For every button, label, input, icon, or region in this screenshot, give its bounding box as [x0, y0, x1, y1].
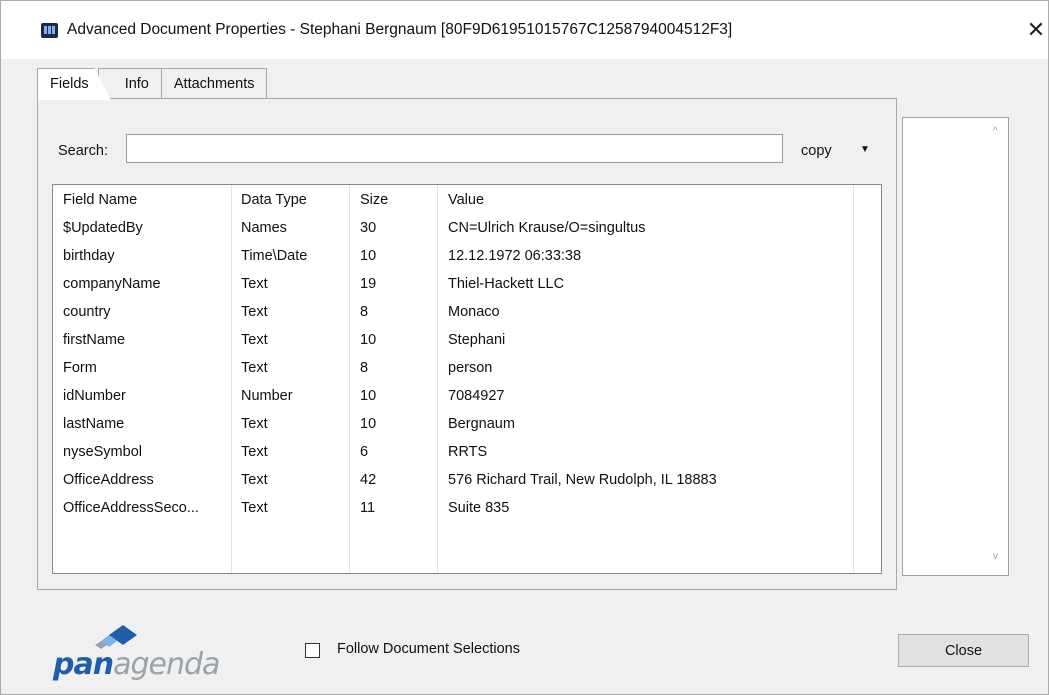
advanced-document-properties-dialog: Advanced Document Properties - Stephani …: [0, 0, 1049, 695]
cell-value: person: [448, 360, 493, 376]
cell-field-name: nyseSymbol: [63, 444, 142, 460]
cell-size: 10: [360, 332, 377, 348]
follow-selections-checkbox[interactable]: [305, 643, 320, 658]
panagenda-logo: panagenda: [51, 623, 241, 682]
cell-field-name: OfficeAddress: [63, 472, 154, 488]
logo-text-light: agenda: [113, 647, 220, 682]
table-row[interactable]: OfficeAddressSeco... Text 11 Suite 835: [53, 494, 853, 522]
cell-data-type: Text: [241, 416, 268, 432]
table-row[interactable]: birthday Time\Date 10 12.12.1972 06:33:3…: [53, 242, 853, 270]
cell-value: 576 Richard Trail, New Rudolph, IL 18883: [448, 472, 717, 488]
table-row[interactable]: Form Text 8 person: [53, 354, 853, 382]
window-title: Advanced Document Properties - Stephani …: [67, 21, 733, 38]
app-icon: [41, 23, 58, 38]
cell-size: 19: [360, 276, 377, 292]
cell-data-type: Time\Date: [241, 248, 308, 264]
cell-field-name: Form: [63, 360, 97, 376]
cell-data-type: Text: [241, 472, 268, 488]
cell-value: Stephani: [448, 332, 506, 348]
column-divider: [853, 185, 854, 573]
cell-data-type: Names: [241, 220, 287, 236]
header-value[interactable]: Value: [448, 186, 484, 214]
cell-data-type: Text: [241, 276, 268, 292]
header-data-type[interactable]: Data Type: [241, 186, 307, 214]
cell-size: 6: [360, 444, 369, 460]
cell-field-name: birthday: [63, 248, 115, 264]
table-row[interactable]: country Text 8 Monaco: [53, 298, 853, 326]
tab-strip: Fields Info Attachments: [37, 68, 268, 100]
cell-size: 10: [360, 388, 377, 404]
cell-field-name: lastName: [63, 416, 125, 432]
table-row[interactable]: firstName Text 10 Stephani: [53, 326, 853, 354]
side-list-box[interactable]: ^ v: [902, 117, 1009, 576]
cell-value: CN=Ulrich Krause/O=singultus: [448, 220, 646, 236]
cell-field-name: firstName: [63, 332, 126, 348]
follow-selections-label[interactable]: Follow Document Selections: [337, 641, 520, 657]
cell-data-type: Text: [241, 332, 268, 348]
header-field-name[interactable]: Field Name: [63, 186, 137, 214]
cell-field-name: idNumber: [63, 388, 126, 404]
scroll-up-icon[interactable]: ^: [993, 126, 998, 137]
fields-panel: Search: copy ▼ Field Name Data Type Size…: [37, 98, 897, 590]
table-row[interactable]: $UpdatedBy Names 30 CN=Ulrich Krause/O=s…: [53, 214, 853, 242]
cell-data-type: Text: [241, 444, 268, 460]
cell-value: Monaco: [448, 304, 500, 320]
search-input[interactable]: [126, 134, 783, 163]
table-row[interactable]: OfficeAddress Text 42 576 Richard Trail,…: [53, 466, 853, 494]
scroll-down-icon[interactable]: v: [993, 551, 998, 562]
title-bar: Advanced Document Properties - Stephani …: [1, 1, 1048, 59]
cell-size: 11: [360, 500, 376, 516]
cell-size: 10: [360, 416, 377, 432]
cell-size: 8: [360, 304, 369, 320]
cell-value: Bergnaum: [448, 416, 515, 432]
cell-value: 7084927: [448, 388, 505, 404]
search-label: Search:: [58, 143, 108, 159]
copy-dropdown-arrow-icon[interactable]: ▼: [860, 144, 870, 155]
cell-value: Thiel-Hackett LLC: [448, 276, 565, 292]
table-row[interactable]: idNumber Number 10 7084927: [53, 382, 853, 410]
table-header-row: Field Name Data Type Size Value: [53, 186, 853, 214]
cell-value: RRTS: [448, 444, 488, 460]
cell-field-name: OfficeAddressSeco...: [63, 500, 199, 516]
cell-field-name: $UpdatedBy: [63, 220, 143, 236]
cell-value: 12.12.1972 06:33:38: [448, 248, 582, 264]
cell-value: Suite 835: [448, 500, 510, 516]
fields-table: Field Name Data Type Size Value $Updated…: [52, 184, 882, 574]
close-button[interactable]: Close: [898, 634, 1029, 667]
table-row[interactable]: nyseSymbol Text 6 RRTS: [53, 438, 853, 466]
window-close-icon[interactable]: ✕: [1023, 15, 1049, 45]
cell-data-type: Text: [241, 304, 268, 320]
cell-size: 42: [360, 472, 377, 488]
cell-data-type: Text: [241, 500, 268, 516]
cell-data-type: Text: [241, 360, 268, 376]
table-row[interactable]: companyName Text 19 Thiel-Hackett LLC: [53, 270, 853, 298]
cell-field-name: companyName: [63, 276, 161, 292]
cell-field-name: country: [63, 304, 111, 320]
header-size[interactable]: Size: [360, 186, 388, 214]
logo-text-bold: pan: [53, 647, 114, 682]
table-row[interactable]: lastName Text 10 Bergnaum: [53, 410, 853, 438]
cell-size: 10: [360, 248, 377, 264]
tab-attachments[interactable]: Attachments: [160, 68, 268, 99]
copy-button[interactable]: copy: [801, 143, 832, 159]
cell-data-type: Number: [241, 388, 293, 404]
cell-size: 8: [360, 360, 369, 376]
cell-size: 30: [360, 220, 377, 236]
